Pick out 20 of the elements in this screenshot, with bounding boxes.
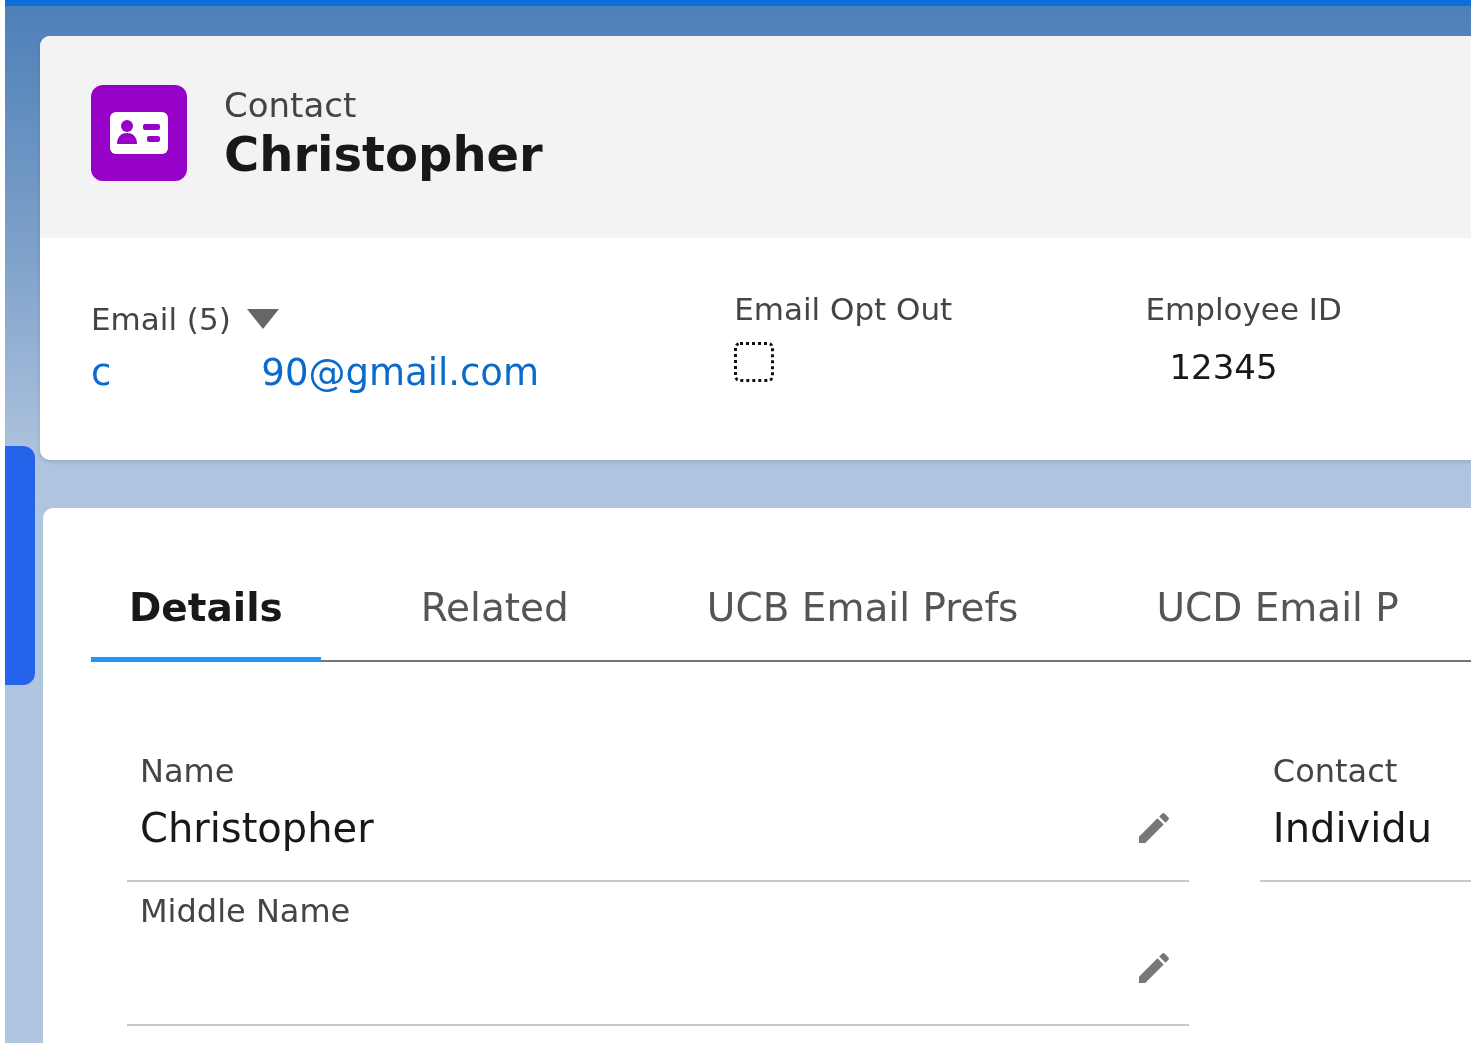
checkbox[interactable] <box>734 342 775 382</box>
record-title: Christopher <box>224 125 543 183</box>
field-value: Christopher <box>140 805 374 851</box>
object-type-label: Contact <box>224 85 358 125</box>
field-label: Contact <box>1272 752 1399 790</box>
field-label: Email (5) <box>91 300 231 339</box>
field-label: Name <box>140 752 236 790</box>
tab[interactable]: Details <box>91 558 321 662</box>
tab[interactable]: UCD Email P <box>1118 558 1437 662</box>
field-label: Middle Name <box>140 892 352 930</box>
email-link[interactable]: c <box>91 348 112 398</box>
contact-card-icon <box>91 85 187 181</box>
dropdown-caret-icon[interactable] <box>246 309 279 329</box>
field-value: Individu <box>1272 805 1433 851</box>
field-label: Employee ID <box>1145 290 1343 329</box>
email-link[interactable]: 90@gmail.com <box>261 348 539 398</box>
field-label: Email Opt Out <box>734 290 954 329</box>
tab[interactable]: UCB Email Prefs <box>668 558 1057 662</box>
field-value: 12345 <box>1169 346 1279 388</box>
tab[interactable]: Related <box>382 558 607 662</box>
